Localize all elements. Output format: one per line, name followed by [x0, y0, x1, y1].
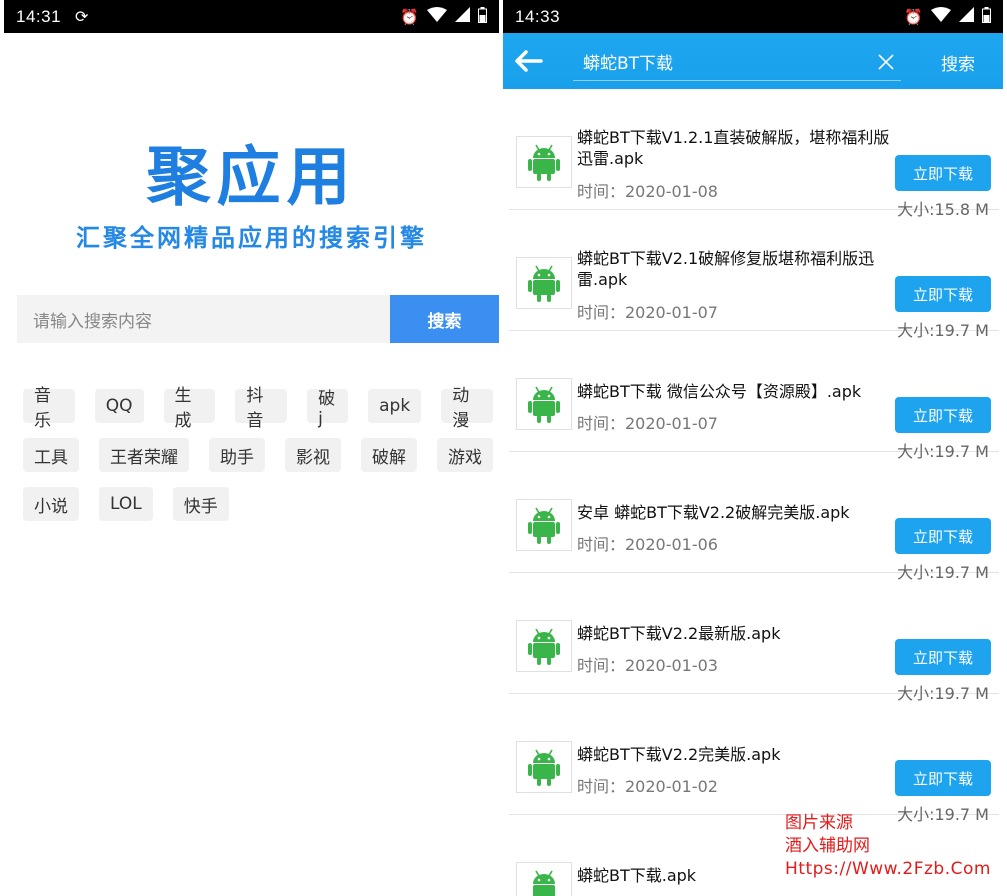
- tag-chip[interactable]: 助手: [209, 438, 265, 472]
- tag-row: 小说 LOL 快手: [23, 487, 493, 521]
- tag-chip[interactable]: 小说: [23, 487, 79, 521]
- android-icon: [516, 499, 572, 551]
- list-item[interactable]: 蟒蛇BT下载V2.2最新版.apk 时间：2020-01-03 立即下载 大小:…: [509, 573, 999, 703]
- tag-chip[interactable]: 音乐: [23, 386, 75, 431]
- android-icon: [516, 862, 572, 896]
- tag-chip[interactable]: 生成: [163, 386, 216, 431]
- search-input[interactable]: 请输入搜索内容: [17, 295, 390, 343]
- result-time: 时间：2020-01-07: [577, 303, 718, 322]
- search-button[interactable]: 搜索: [390, 295, 499, 343]
- download-button[interactable]: 立即下载: [895, 397, 991, 433]
- tag-chip[interactable]: 影视: [285, 438, 341, 472]
- watermark-url: Https://Www.2Fzb.Com: [785, 859, 991, 879]
- tag-chip[interactable]: 工具: [23, 438, 79, 472]
- tag-chip[interactable]: QQ: [94, 389, 144, 423]
- search-app-bar: 蟒蛇BT下载 搜索: [503, 33, 1003, 89]
- close-icon[interactable]: [871, 47, 901, 77]
- tag-chip[interactable]: 破j: [307, 389, 349, 429]
- result-title[interactable]: 蟒蛇BT下载V2.2最新版.apk: [577, 623, 897, 644]
- hot-tags: 音乐 QQ 生成 抖音 破j apk 动漫 工具 王者荣耀 助手 影视 破解 游…: [23, 386, 493, 536]
- result-time: 时间：2020-01-08: [577, 182, 718, 201]
- status-icons: ⏰: [904, 6, 991, 27]
- tag-chip[interactable]: 破解: [361, 438, 417, 472]
- download-button[interactable]: 立即下载: [895, 155, 991, 191]
- logo-subtitle: 汇聚全网精品应用的搜索引擎: [76, 224, 427, 252]
- list-item[interactable]: 蟒蛇BT下载V2.2完美版.apk 时间：2020-01-02 立即下载 大小:…: [509, 694, 999, 824]
- tag-chip[interactable]: LOL: [99, 487, 153, 521]
- wifi-icon: [931, 7, 951, 26]
- android-icon: [516, 741, 572, 793]
- result-time: 时间：2020-01-02: [577, 777, 718, 796]
- query-field[interactable]: 蟒蛇BT下载: [573, 43, 901, 81]
- tag-chip[interactable]: 抖音: [235, 386, 288, 431]
- logo-title: 聚应用: [146, 141, 357, 215]
- list-item[interactable]: 蟒蛇BT下载V2.1破解修复版堪称福利版迅雷.apk 时间：2020-01-07…: [509, 210, 999, 340]
- alarm-icon: ⏰: [904, 8, 923, 26]
- result-title[interactable]: 安卓 蟒蛇BT下载V2.2破解完美版.apk: [577, 502, 897, 523]
- result-list: 蟒蛇BT下载V1.2.1直装破解版，堪称福利版迅雷.apk 时间：2020-01…: [503, 89, 1003, 896]
- result-title[interactable]: 蟒蛇BT下载 微信公众号【资源殿】.apk: [577, 381, 897, 402]
- alarm-icon: ⏰: [400, 8, 419, 26]
- battery-icon: [982, 6, 991, 27]
- android-icon: [516, 620, 572, 672]
- watermark-line: 酒入辅助网: [785, 836, 870, 856]
- list-item[interactable]: 蟒蛇BT下载V1.2.1直装破解版，堪称福利版迅雷.apk 时间：2020-01…: [509, 89, 999, 219]
- back-arrow-icon[interactable]: [507, 33, 551, 89]
- home-screen: 14:31 ⟳ ⏰ 聚应用 汇聚全网精品应用的搜索引擎 请输入搜索内容 搜索 音…: [4, 0, 499, 896]
- tag-row: 工具 王者荣耀 助手 影视 破解 游戏: [23, 438, 493, 472]
- result-title[interactable]: 蟒蛇BT下载V2.2完美版.apk: [577, 744, 897, 765]
- tag-row: 音乐 QQ 生成 抖音 破j apk 动漫: [23, 386, 493, 431]
- list-item[interactable]: 安卓 蟒蛇BT下载V2.2破解完美版.apk 时间：2020-01-06 立即下…: [509, 452, 999, 582]
- results-screen: 14:33 ⏰ 蟒蛇BT下载 搜索 蟒蛇BT下载V1.2.1直装破解版，堪称福利…: [503, 0, 1003, 896]
- android-icon: [516, 378, 572, 430]
- sync-icon: ⟳: [75, 8, 89, 26]
- query-text[interactable]: 蟒蛇BT下载: [573, 49, 871, 74]
- battery-icon: [478, 6, 487, 27]
- tag-chip[interactable]: 游戏: [437, 438, 493, 472]
- download-button[interactable]: 立即下载: [895, 518, 991, 554]
- status-time: 14:31: [16, 6, 62, 26]
- status-bar: 14:31 ⟳ ⏰: [4, 0, 499, 33]
- download-button[interactable]: 立即下载: [895, 639, 991, 675]
- watermark-line: 图片来源: [785, 813, 853, 833]
- download-button[interactable]: 立即下载: [895, 276, 991, 312]
- status-bar: 14:33 ⏰: [503, 0, 1003, 33]
- status-icons: ⏰: [400, 6, 487, 27]
- result-time: 时间：2020-01-03: [577, 656, 718, 675]
- tag-chip[interactable]: 快手: [172, 487, 229, 521]
- search-bar: 请输入搜索内容 搜索: [17, 295, 499, 343]
- result-title[interactable]: 蟒蛇BT下载V2.1破解修复版堪称福利版迅雷.apk: [577, 248, 897, 290]
- result-title[interactable]: 蟒蛇BT下载V1.2.1直装破解版，堪称福利版迅雷.apk: [577, 127, 897, 169]
- app-logo: 聚应用 汇聚全网精品应用的搜索引擎: [4, 140, 499, 253]
- tag-chip[interactable]: apk: [368, 389, 422, 423]
- search-button[interactable]: 搜索: [941, 50, 975, 75]
- status-time: 14:33: [515, 6, 561, 26]
- list-item[interactable]: 蟒蛇BT下载 微信公众号【资源殿】.apk 时间：2020-01-07 立即下载…: [509, 331, 999, 461]
- result-time: 时间：2020-01-07: [577, 414, 718, 433]
- signal-icon: [959, 7, 974, 26]
- download-button[interactable]: 立即下载: [895, 760, 991, 796]
- tag-chip[interactable]: 动漫: [441, 386, 493, 431]
- signal-icon: [455, 7, 470, 26]
- result-time: 时间：2020-01-06: [577, 535, 718, 554]
- watermark: 图片来源 酒入辅助网 Https://Www.2Fzb.Com: [785, 812, 991, 881]
- android-icon: [516, 257, 572, 309]
- tag-chip[interactable]: 王者荣耀: [99, 438, 189, 472]
- wifi-icon: [427, 7, 447, 26]
- android-icon: [516, 136, 572, 188]
